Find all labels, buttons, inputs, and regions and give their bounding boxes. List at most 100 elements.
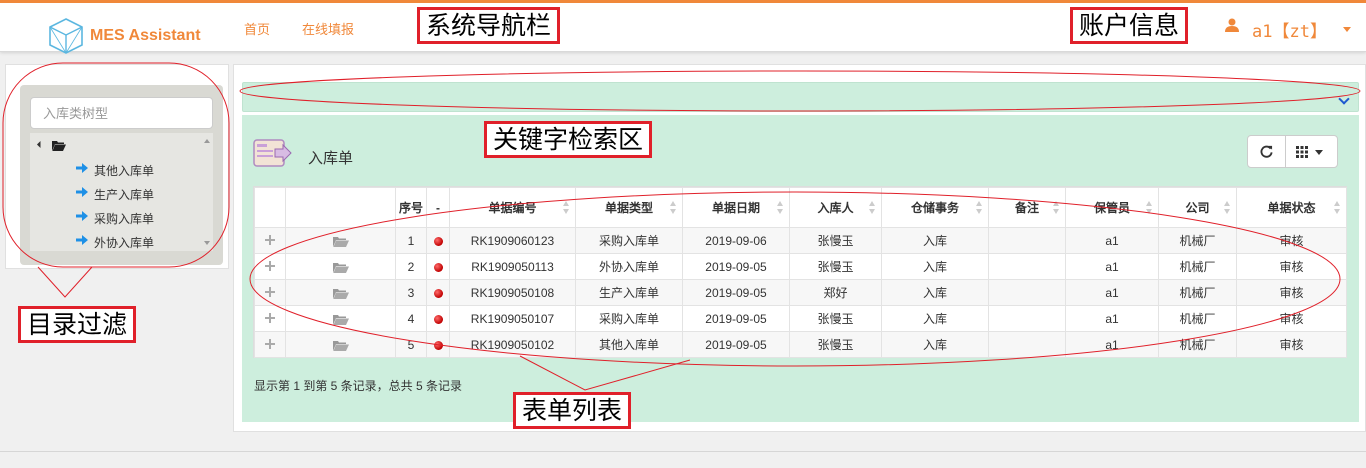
table-row[interactable]: 1 RK1909060123 采购入库单 2019-09-06 张慢玉 入库 a1 机械厂 审核: [254, 227, 1347, 254]
catalog-filter-panel: 其他入库单 生产入库单 采购入库单 外协入库单: [5, 64, 229, 269]
attachment-cell[interactable]: [285, 253, 396, 280]
tree-item-label: 生产入库单: [94, 188, 155, 202]
attachment-cell[interactable]: [285, 305, 396, 332]
plus-icon[interactable]: [265, 286, 275, 297]
tree-root-node[interactable]: [30, 137, 190, 155]
expand-cell[interactable]: [254, 305, 286, 332]
table-row[interactable]: 2 RK1909050113 外协入库单 2019-09-05 张慢玉 入库 a1 机械厂 审核: [254, 253, 1347, 280]
table-row[interactable]: 5 RK1909050102 其他入库单 2019-09-05 张慢玉 入库 a1 机械厂 审核: [254, 331, 1347, 358]
expand-cell[interactable]: [254, 227, 286, 254]
annotation-filter-pointer: [37, 266, 93, 298]
nav-home-link[interactable]: 首页: [244, 19, 270, 38]
tree-search-input[interactable]: [30, 97, 213, 129]
tree-expand-icon[interactable]: [36, 140, 45, 149]
sort-icon[interactable]: [563, 201, 569, 215]
footer-divider: [0, 451, 1366, 452]
cell-seq: 4: [395, 305, 427, 332]
status-dot-icon: [433, 262, 443, 272]
folder-open-icon[interactable]: [332, 288, 349, 299]
cell-affair: 入库: [881, 279, 989, 306]
sort-icon[interactable]: [869, 201, 875, 215]
cell-keeper: a1: [1065, 305, 1159, 332]
folder-open-icon[interactable]: [332, 236, 349, 247]
folder-open-icon[interactable]: [332, 262, 349, 273]
plus-icon[interactable]: [265, 234, 275, 245]
column-header-label: 仓储事务: [910, 201, 959, 215]
plus-icon[interactable]: [265, 260, 275, 271]
folder-open-icon[interactable]: [332, 340, 349, 351]
tree-item-purchase-inbound[interactable]: 采购入库单: [76, 207, 206, 227]
sort-icon[interactable]: [1053, 201, 1059, 215]
brand-title: MES Assistant: [90, 27, 201, 44]
column-header-label: 备注: [1014, 201, 1039, 215]
cell-keeper: a1: [1065, 279, 1159, 306]
refresh-button[interactable]: [1248, 136, 1285, 167]
tree-item-outsourced-inbound[interactable]: 外协入库单: [76, 231, 206, 251]
columns-button[interactable]: [1286, 136, 1338, 167]
cell-person: 张慢玉: [789, 305, 882, 332]
column-header-keeper[interactable]: 保管员: [1065, 187, 1159, 228]
cell-company: 机械厂: [1158, 331, 1237, 358]
tree-scrollbar[interactable]: [201, 133, 213, 251]
user-account-name[interactable]: a1【zt】: [1252, 17, 1327, 42]
arrow-right-icon: [76, 211, 88, 221]
column-header-seq[interactable]: 序号: [395, 187, 427, 228]
cell-affair: 入库: [881, 331, 989, 358]
sort-icon[interactable]: [1146, 201, 1152, 215]
cell-code: RK1909050107: [449, 305, 576, 332]
column-header-remark[interactable]: 备注: [988, 187, 1066, 228]
sort-icon[interactable]: [670, 201, 676, 215]
tree-item-production-inbound[interactable]: 生产入库单: [76, 183, 206, 203]
table-row[interactable]: 3 RK1909050108 生产入库单 2019-09-05 郑好 入库 a1 机械厂 审核: [254, 279, 1347, 306]
table-body: 1 RK1909060123 采购入库单 2019-09-06 张慢玉 入库 a1 机械厂 审核…: [254, 227, 1347, 358]
column-header-company[interactable]: 公司: [1158, 187, 1237, 228]
expand-cell[interactable]: [254, 253, 286, 280]
plus-icon[interactable]: [265, 338, 275, 349]
sort-icon[interactable]: [1334, 201, 1340, 215]
keyword-search-area[interactable]: [242, 82, 1359, 112]
chevron-down-icon[interactable]: [1338, 93, 1350, 105]
column-header-date[interactable]: 单据日期: [682, 187, 790, 228]
status-dot-cell: [426, 305, 450, 332]
column-header-status[interactable]: 单据状态: [1236, 187, 1347, 228]
attachment-cell[interactable]: [285, 331, 396, 358]
column-header-affair[interactable]: 仓储事务: [881, 187, 989, 228]
attachment-cell[interactable]: [285, 279, 396, 306]
chevron-down-icon[interactable]: [1343, 27, 1351, 32]
expand-cell[interactable]: [254, 331, 286, 358]
tree-list: 其他入库单 生产入库单 采购入库单 外协入库单: [30, 133, 213, 251]
scroll-up-icon[interactable]: [204, 139, 210, 143]
column-header-label: 公司: [1185, 201, 1210, 215]
table-row[interactable]: 4 RK1909050107 采购入库单 2019-09-05 张慢玉 入库 a1 机械厂 审核: [254, 305, 1347, 332]
form-list-panel: 入库单 序号 - 单据编号 单据类型 单据日期 入库人 仓储事务 备注 保管员 …: [242, 115, 1359, 422]
tree-item-other-inbound[interactable]: 其他入库单: [76, 159, 206, 179]
sort-icon[interactable]: [777, 201, 783, 215]
cell-seq: 5: [395, 331, 427, 358]
column-header-label: 序号: [398, 201, 423, 215]
inbound-document-icon: [253, 139, 292, 167]
tree-container: 其他入库单 生产入库单 采购入库单 外协入库单: [20, 85, 223, 265]
plus-icon[interactable]: [265, 312, 275, 323]
column-header-person[interactable]: 入库人: [789, 187, 882, 228]
annotation-nav-label: 系统导航栏: [417, 7, 561, 44]
column-header-type[interactable]: 单据类型: [575, 187, 683, 228]
status-dot-icon: [433, 340, 443, 350]
panel-title: 入库单: [308, 150, 354, 167]
column-header-label: 单据状态: [1267, 201, 1316, 215]
sort-icon[interactable]: [976, 201, 982, 215]
cell-remark: [988, 279, 1066, 306]
attachment-cell[interactable]: [285, 227, 396, 254]
nav-online-report-link[interactable]: 在线填报: [302, 19, 354, 38]
cell-date: 2019-09-05: [682, 305, 790, 332]
cell-status: 审核: [1236, 279, 1347, 306]
sort-icon[interactable]: [1224, 201, 1230, 215]
arrow-right-icon: [76, 235, 88, 245]
column-header-dash[interactable]: -: [426, 187, 450, 228]
expand-cell[interactable]: [254, 279, 286, 306]
folder-open-icon[interactable]: [332, 314, 349, 325]
table-toolbar: [1247, 135, 1338, 168]
tree-item-label: 其他入库单: [94, 164, 155, 178]
scroll-down-icon[interactable]: [204, 241, 210, 245]
cell-type: 其他入库单: [575, 331, 683, 358]
column-header-code[interactable]: 单据编号: [449, 187, 576, 228]
